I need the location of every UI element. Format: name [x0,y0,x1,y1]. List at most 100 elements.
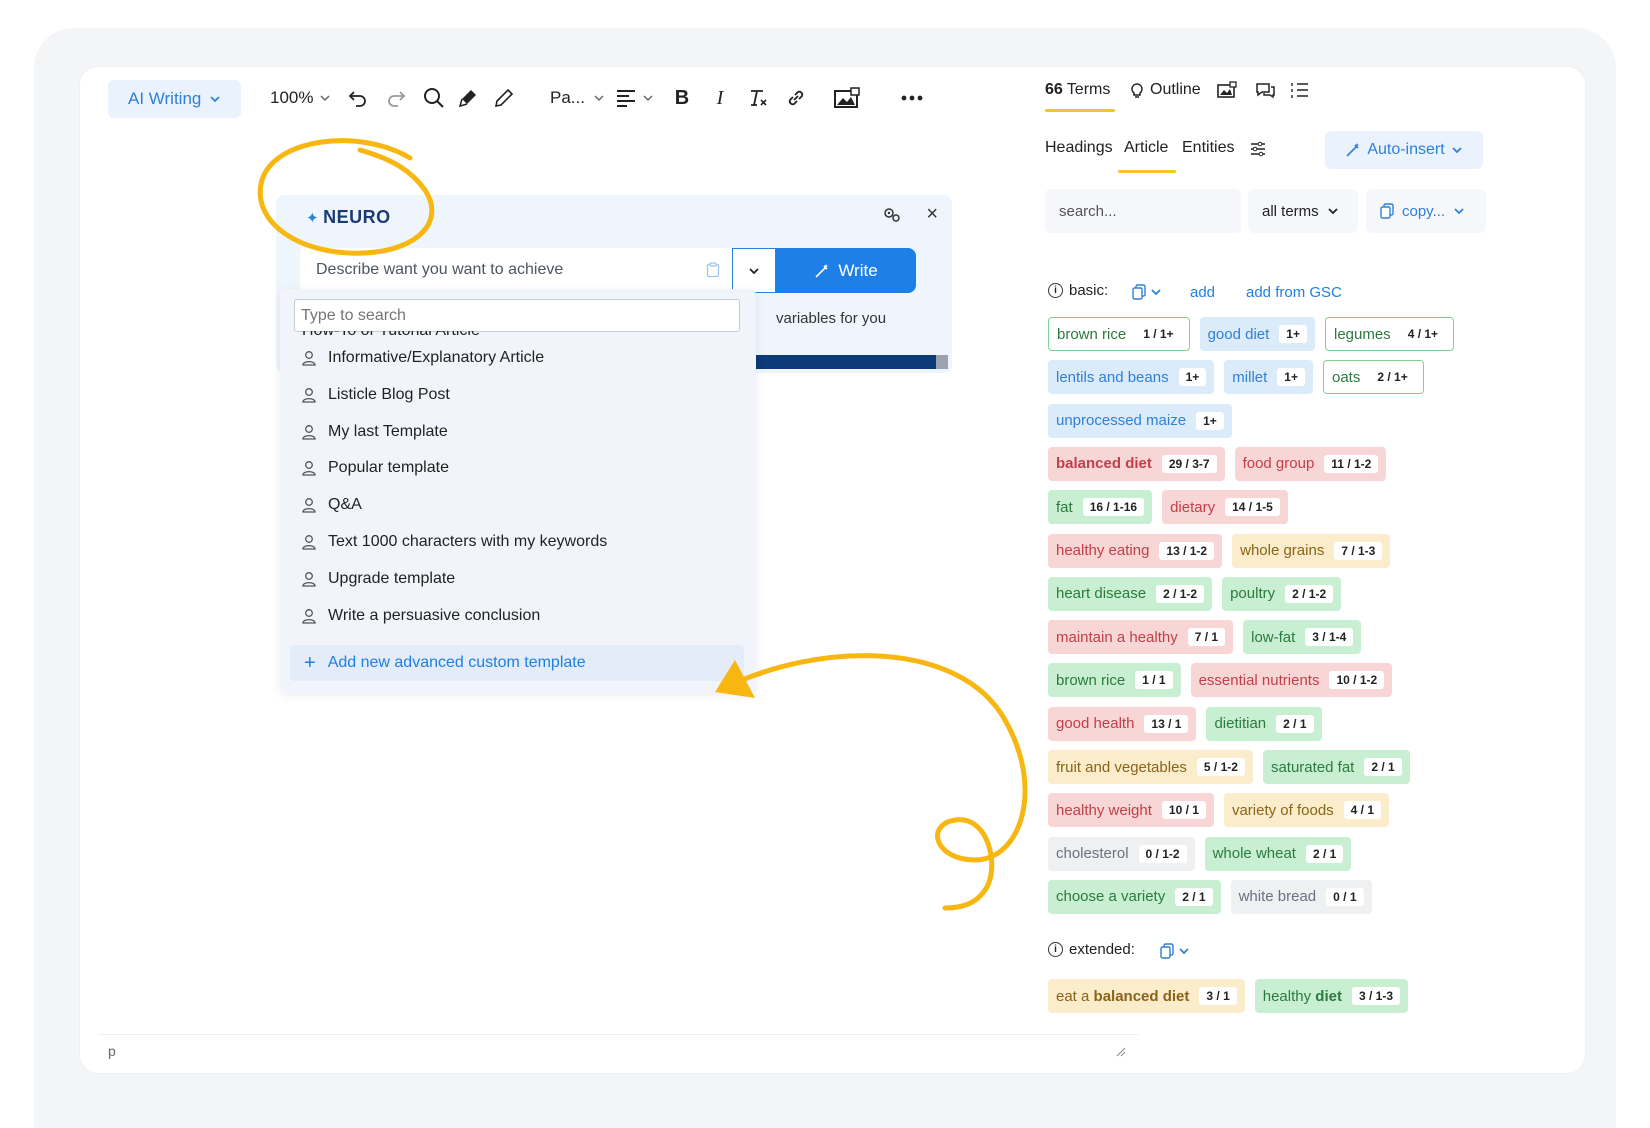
copy-select[interactable]: copy... [1366,189,1486,233]
undo-button[interactable] [346,81,370,115]
template-item[interactable]: Upgrade template [302,564,455,594]
term-count: 14 / 1-5 [1225,498,1280,517]
add-term-link[interactable]: add [1190,284,1215,301]
term-chip[interactable]: essential nutrients 10 / 1-2 [1190,663,1393,698]
term-chip[interactable]: dietary 14 / 1-5 [1162,490,1288,525]
term-chip[interactable]: lentils and beans 1+ [1048,360,1215,395]
tab-terms[interactable]: 66 Terms [1045,75,1110,105]
clipboard-icon[interactable] [706,262,720,278]
template-item[interactable]: Listicle Blog Post [302,380,450,410]
editor-statusbar: p [98,1034,1138,1064]
term-chip[interactable]: fat 16 / 1-16 [1048,490,1153,525]
term-chip[interactable]: unprocessed maize 1+ [1048,403,1232,438]
term-chip[interactable]: whole grains 7 / 1-3 [1232,533,1391,568]
link-button[interactable] [784,81,808,115]
term-chip[interactable]: white bread 0 / 1 [1230,879,1372,914]
editor-toolbar: AI Writing 100% Pa... B I [80,67,1070,127]
filter-settings-icon[interactable] [1250,141,1266,157]
term-chip[interactable]: healthy eating 13 / 1-2 [1048,533,1223,568]
term-chip[interactable]: good health 13 / 1 [1048,706,1197,741]
term-count: 3 / 1-3 [1351,987,1400,1005]
template-item[interactable]: Q&A [302,490,362,520]
template-item-clipped[interactable]: How-To or Tutorial Article [302,331,480,339]
term-chip[interactable]: dietitian 2 / 1 [1206,706,1322,741]
search-button[interactable] [422,81,446,115]
add-from-gsc-link[interactable]: add from GSC [1246,284,1342,301]
term-chip[interactable]: fruit and vegetables 5 / 1-2 [1048,750,1253,784]
term-count: 2 / 1+ [1370,368,1415,387]
subtab-article[interactable]: Article [1124,139,1168,157]
term-count: 2 / 1 [1364,758,1402,776]
basic-copy-button[interactable] [1132,277,1162,307]
terms-search-input[interactable]: search... [1045,189,1241,233]
insert-image-button[interactable] [832,81,862,115]
term-count: 16 / 1-16 [1082,498,1145,517]
term-text: choose a variety [1056,888,1166,906]
tab-list[interactable] [1290,75,1310,105]
template-item[interactable]: Write a persuasive conclusion [302,601,540,631]
italic-button[interactable]: I [708,81,732,115]
redo-button[interactable] [384,81,408,115]
info-icon[interactable]: i [1048,942,1063,957]
extended-copy-button[interactable] [1160,936,1190,966]
term-row: lentils and beans 1+ millet 1+ oats 2 / 1+ [1048,360,1424,395]
term-chip[interactable]: cholesterol 0 / 1-2 [1048,836,1195,871]
term-chip[interactable]: legumes 4 / 1+ [1324,317,1455,351]
term-chip[interactable]: poultry 2 / 1-2 [1222,576,1342,611]
tab-chat[interactable] [1254,75,1276,105]
pen-button[interactable] [492,81,516,115]
info-icon[interactable]: i [1048,283,1063,298]
bold-icon: B [674,86,690,109]
write-button[interactable]: Write [776,248,916,293]
auto-insert-button[interactable]: Auto-insert [1325,131,1483,169]
term-count: 2 / 1 [1305,844,1344,863]
term-chip[interactable]: good diet 1+ [1199,317,1315,351]
term-chip[interactable]: brown rice 1 / 1+ [1048,317,1190,351]
template-item[interactable]: My last Template [302,417,448,447]
zoom-select[interactable]: 100% [270,81,331,115]
term-chip[interactable]: choose a variety 2 / 1 [1048,879,1221,914]
bold-button[interactable]: B [670,81,694,115]
template-dropdown: How-To or Tutorial Article Informative/E… [280,289,756,693]
term-count: 2 / 1-2 [1156,584,1205,603]
term-chip[interactable]: whole wheat 2 / 1 [1204,836,1352,871]
template-item-label: My last Template [328,422,448,440]
settings-icon[interactable] [882,205,902,225]
template-search-input[interactable] [294,299,740,332]
ai-writing-button[interactable]: AI Writing [108,80,242,118]
undo-icon [348,91,366,107]
prompt-input[interactable]: Describe want you want to achieve [300,248,732,293]
tab-images[interactable] [1216,75,1238,105]
highlight-button[interactable] [456,81,480,115]
term-chip[interactable]: balanced diet 29 / 3-7 [1048,446,1225,481]
extended-term-chip[interactable]: eat a balanced diet 3 / 1 [1048,979,1245,1013]
term-chip[interactable]: oats 2 / 1+ [1322,360,1424,395]
paragraph-select[interactable]: Pa... [550,81,605,115]
term-chip[interactable]: maintain a healthy 7 / 1 [1048,620,1234,655]
template-item[interactable]: Informative/Explanatory Article [302,343,544,373]
subtab-entities[interactable]: Entities [1182,139,1234,157]
term-text-keyword: diet [1315,987,1342,1005]
term-chip[interactable]: heart disease 2 / 1-2 [1048,576,1213,611]
term-chip[interactable]: low-fat 3 / 1-4 [1243,620,1362,655]
extended-term-chip[interactable]: healthy diet 3 / 1-3 [1254,979,1408,1013]
term-chip[interactable]: saturated fat 2 / 1 [1262,750,1410,784]
term-chip[interactable]: healthy weight 10 / 1 [1048,793,1214,828]
term-chip[interactable]: millet 1+ [1224,360,1313,395]
terms-filter-select[interactable]: all terms [1248,189,1358,233]
subtab-headings[interactable]: Headings [1045,139,1113,157]
template-item[interactable]: Text 1000 characters with my keywords [302,527,607,557]
clear-format-button[interactable] [746,81,770,115]
align-select[interactable] [616,81,654,115]
resize-handle-icon[interactable] [1114,1045,1126,1057]
close-icon[interactable]: × [926,203,938,226]
term-chip[interactable]: food group 11 / 1-2 [1234,446,1387,481]
tab-outline[interactable]: Outline [1128,75,1201,105]
more-button[interactable] [898,81,926,115]
term-chip[interactable]: brown rice 1 / 1 [1048,663,1181,698]
term-text: good diet [1207,325,1270,343]
term-chip[interactable]: variety of foods 4 / 1 [1223,793,1390,828]
add-template-button[interactable]: + Add new advanced custom template [290,645,744,681]
template-item[interactable]: Popular template [302,453,449,483]
template-dropdown-button[interactable] [732,248,776,293]
